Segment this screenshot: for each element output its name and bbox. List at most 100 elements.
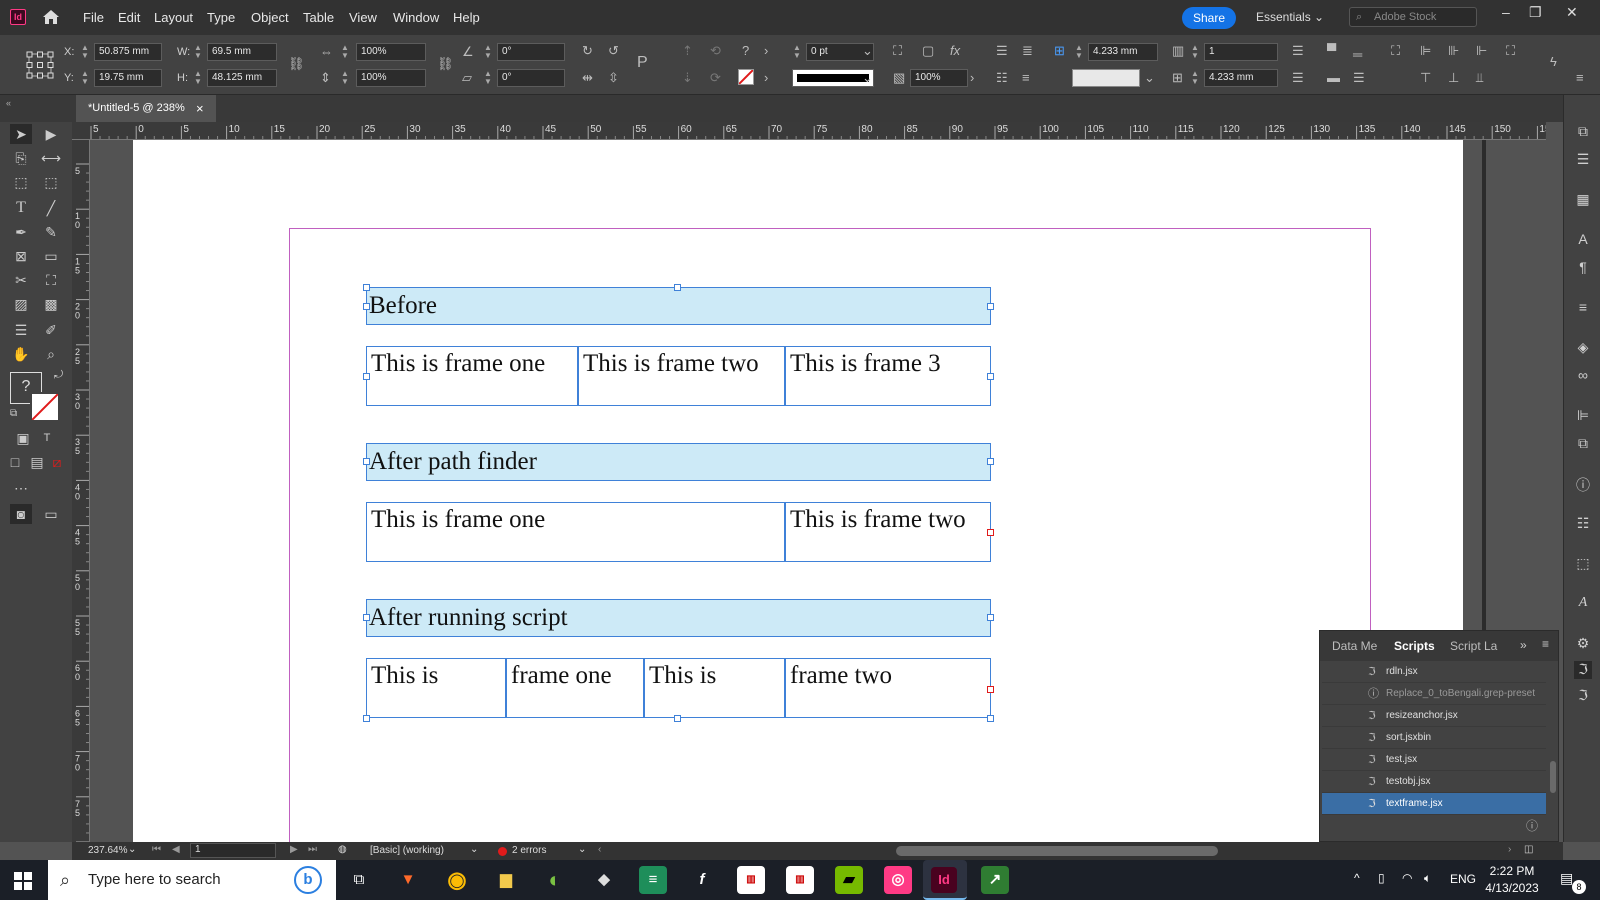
span-columns-icon[interactable]: ▀ [1327,44,1336,58]
rotation-field[interactable]: 0° [497,43,565,61]
frame-fitting-icon[interactable]: ⛶ [893,44,902,58]
selection-handle[interactable] [987,715,994,722]
pathfinder-frame-two[interactable]: This is frame two [785,502,991,562]
script-info-icon[interactable]: ⓘ [1526,817,1538,834]
numbered-list-icon[interactable]: ☰ [1292,71,1304,85]
gap-tool-icon[interactable]: ⟷ [40,148,62,168]
windows-start-icon[interactable] [14,872,32,890]
selection-handle[interactable] [987,614,994,621]
script-item[interactable]: ℑrdln.jsx [1322,661,1546,683]
before-frame-two[interactable]: This is frame two [578,346,785,406]
eyedropper-tool-icon[interactable]: ✐ [40,320,62,340]
script-frame-2[interactable]: frame one [506,658,644,718]
reference-point-icon[interactable] [26,51,54,79]
flip-horizontal-icon[interactable]: ⇹ [582,71,593,85]
scale-x-stepper-icon[interactable]: ▲ ▼ [340,44,350,60]
select-next-icon[interactable]: ⟳ [710,71,721,85]
script-item[interactable]: ℑtestobj.jsx [1322,771,1546,793]
home-icon[interactable] [40,7,62,27]
app-green-icon[interactable]: ◐ [541,866,569,894]
previous-page-icon[interactable]: ◀ [172,844,180,855]
glyphs-panel-icon[interactable]: A [1574,595,1592,613]
content-collector-icon[interactable]: ⬚ [10,172,32,192]
links-panel-icon[interactable]: ∞ [1574,367,1592,385]
app-sheet-icon[interactable]: ≡ [639,866,667,894]
swap-fill-stroke-icon[interactable]: ⤾ [54,369,63,382]
stroke-none-tool-swatch[interactable] [30,392,60,422]
scale-x-field[interactable]: 100% [356,43,426,61]
align-top-edges-icon[interactable]: ⊤ [1420,71,1431,85]
volume-icon[interactable]: 🔈︎ [1424,871,1431,886]
selection-handle[interactable] [674,715,681,722]
panel-menu-icon[interactable]: ≡ [1576,71,1584,85]
before-frame-three[interactable]: This is frame 3 [785,346,991,406]
before-frame-one[interactable]: This is frame one [366,346,578,406]
profile-chevron-icon[interactable]: ⌄ [470,844,478,855]
flip-vertical-icon[interactable]: ⇳ [608,71,619,85]
align-panel-icon[interactable]: ⊫ [1574,407,1592,425]
selection-handle[interactable] [363,303,370,310]
fill-unknown-icon[interactable]: ? [742,44,749,58]
next-page-icon[interactable]: ▶ [290,844,298,855]
menu-window[interactable]: Window [393,10,439,25]
menu-file[interactable]: File [83,10,104,25]
y-stepper-icon[interactable]: ▲ ▼ [80,70,90,86]
inset-field[interactable]: 4.233 mm [1088,43,1158,61]
rotate-stepper-icon[interactable]: ▲ ▼ [483,44,493,60]
w-stepper-icon[interactable]: ▲ ▼ [193,44,203,60]
selection-handle[interactable] [987,373,994,380]
preview-mode-icon[interactable]: ▭ [40,504,62,524]
device-icon[interactable]: ▯ [1378,871,1385,885]
selection-handle[interactable] [363,715,370,722]
wifi-icon[interactable]: ◠ [1402,871,1412,885]
zoom-level[interactable]: 237.64% [88,845,127,856]
horizontal-scrollbar-thumb[interactable] [896,846,1218,856]
scroll-right-icon[interactable]: › [1508,844,1511,855]
align-horizontal-centers-icon[interactable]: ⊪ [1448,44,1459,58]
align-text-center-icon[interactable]: ≣ [1022,44,1033,58]
menu-object[interactable]: Object [251,10,289,25]
scroll-left-icon[interactable]: ‹ [598,844,601,855]
indesign-taskbar-button[interactable]: Id [923,860,967,900]
formatting-container-icon[interactable]: ▣ [12,428,34,448]
distribute-icon[interactable]: ⛶ [1506,44,1515,58]
selection-tool-icon[interactable]: ➤ [10,124,32,144]
shear-field[interactable]: 0° [497,69,565,87]
effects-fx-icon[interactable]: fx [950,44,960,58]
script-frame-4[interactable]: frame two [785,658,991,718]
menu-type[interactable]: Type [207,10,235,25]
creative-cloud-icon[interactable]: ◎ [884,866,912,894]
pen-tool-icon[interactable]: ✒ [10,222,32,242]
object-styles-icon[interactable]: ⬚ [1574,555,1592,573]
selection-handle[interactable] [363,373,370,380]
errors-chevron-icon[interactable]: ⌄ [578,844,586,855]
select-content-icon[interactable]: ⇣ [682,71,693,85]
x-stepper-icon[interactable]: ▲ ▼ [80,44,90,60]
close-window-icon[interactable]: ✕ [1566,4,1578,21]
script-item[interactable]: ℑsort.jsxbin [1322,727,1546,749]
rectangle-tool-icon[interactable]: ▭ [40,246,62,266]
preflight-profile[interactable]: [Basic] (working) [370,845,444,856]
align-text-bottom-icon[interactable]: ☷ [996,71,1008,85]
column-rules-icon[interactable]: ☰ [1353,71,1365,85]
overset-text-indicator[interactable] [987,686,994,693]
close-tab-icon[interactable]: × [196,95,204,122]
last-page-icon[interactable]: ⏭ [308,844,317,855]
script-frame-1[interactable]: This is [366,658,506,718]
selection-handle[interactable] [363,284,370,291]
taskbar-search-box[interactable]: ⌕ Type here to search b [48,860,336,900]
page-number-field[interactable]: 1 [190,843,276,858]
properties-panel-icon[interactable]: ☰ [1574,151,1592,169]
selection-handle[interactable] [363,614,370,621]
preflight-profile-icon[interactable]: ◍ [338,844,347,855]
stroke-weight-chevron-icon[interactable]: ⌄ [862,44,873,58]
fontforge-icon[interactable]: f [688,866,716,894]
panel-expand-icon[interactable]: » [1520,638,1527,652]
cc-libraries-icon[interactable]: ⋯ [10,478,32,498]
overset-text-indicator[interactable] [987,529,994,536]
select-container-icon[interactable]: ⇡ [682,44,693,58]
selection-handle[interactable] [987,458,994,465]
stroke-weight-stepper-icon[interactable]: ▲ ▼ [792,44,802,60]
tab-data-merge[interactable]: Data Me [1332,639,1377,653]
column-rule-chevron-icon[interactable]: ⌄ [1144,71,1155,85]
